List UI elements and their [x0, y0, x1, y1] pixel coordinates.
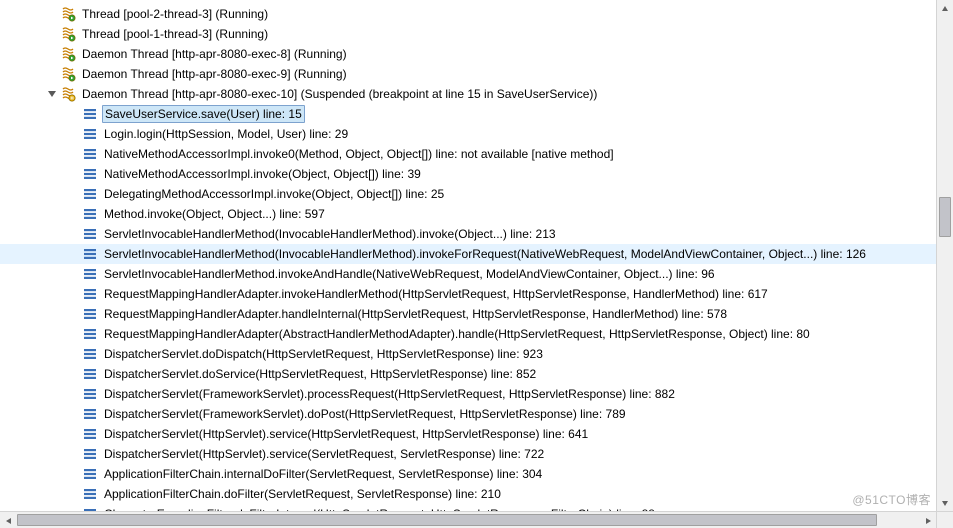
- stack-frame-row[interactable]: DispatcherServlet(HttpServlet).service(S…: [0, 444, 953, 464]
- row-label: DispatcherServlet(FrameworkServlet).proc…: [102, 384, 677, 404]
- stack-frame-row[interactable]: RequestMappingHandlerAdapter.handleInter…: [0, 304, 953, 324]
- debug-thread-tree[interactable]: Thread [pool-2-thread-3] (Running) Threa…: [0, 0, 953, 524]
- frame-icon: [82, 346, 98, 362]
- stack-frame-row[interactable]: ApplicationFilterChain.internalDoFilter(…: [0, 464, 953, 484]
- frame-icon: [82, 466, 98, 482]
- stack-frame-row[interactable]: Method.invoke(Object, Object...) line: 5…: [0, 204, 953, 224]
- row-label: Login.login(HttpSession, Model, User) li…: [102, 124, 350, 144]
- row-label: Daemon Thread [http-apr-8080-exec-9] (Ru…: [80, 64, 349, 84]
- row-label: DispatcherServlet(FrameworkServlet).doPo…: [102, 404, 628, 424]
- row-label: NativeMethodAccessorImpl.invoke0(Method,…: [102, 144, 616, 164]
- frame-icon: [82, 206, 98, 222]
- row-label: SaveUserService.save(User) line: 15: [102, 105, 305, 123]
- stack-frame-row[interactable]: DispatcherServlet(HttpServlet).service(H…: [0, 424, 953, 444]
- frame-icon: [82, 446, 98, 462]
- thread-row[interactable]: Thread [pool-2-thread-3] (Running): [0, 4, 953, 24]
- stack-frame-row[interactable]: ServletInvocableHandlerMethod.invokeAndH…: [0, 264, 953, 284]
- frame-icon: [82, 106, 98, 122]
- thread-row[interactable]: Daemon Thread [http-apr-8080-exec-8] (Ru…: [0, 44, 953, 64]
- stack-frame-row[interactable]: ApplicationFilterChain.doFilter(ServletR…: [0, 484, 953, 504]
- row-label: RequestMappingHandlerAdapter(AbstractHan…: [102, 324, 812, 344]
- frame-icon: [82, 326, 98, 342]
- row-label: ServletInvocableHandlerMethod(InvocableH…: [102, 224, 558, 244]
- thread-row[interactable]: Daemon Thread [http-apr-8080-exec-9] (Ru…: [0, 64, 953, 84]
- stack-frame-row[interactable]: NativeMethodAccessorImpl.invoke(Object, …: [0, 164, 953, 184]
- row-label: ServletInvocableHandlerMethod(InvocableH…: [102, 244, 868, 264]
- stack-frame-row[interactable]: ServletInvocableHandlerMethod(InvocableH…: [0, 224, 953, 244]
- frame-icon: [82, 166, 98, 182]
- scroll-left-arrow-icon[interactable]: [0, 512, 17, 528]
- frame-icon: [82, 366, 98, 382]
- scroll-up-arrow-icon[interactable]: [937, 0, 953, 17]
- thread-suspended-icon: [60, 86, 76, 102]
- row-label: NativeMethodAccessorImpl.invoke(Object, …: [102, 164, 423, 184]
- row-label: Thread [pool-1-thread-3] (Running): [80, 24, 270, 44]
- row-label: DispatcherServlet(HttpServlet).service(H…: [102, 424, 590, 444]
- row-label: DispatcherServlet.doDispatch(HttpServlet…: [102, 344, 545, 364]
- frame-icon: [82, 486, 98, 502]
- row-label: ApplicationFilterChain.doFilter(ServletR…: [102, 484, 503, 504]
- stack-frame-row[interactable]: DelegatingMethodAccessorImpl.invoke(Obje…: [0, 184, 953, 204]
- thread-icon: [60, 46, 76, 62]
- expand-twisty-icon[interactable]: [45, 87, 59, 101]
- frame-icon: [82, 286, 98, 302]
- thread-row[interactable]: Daemon Thread [http-apr-8080-exec-10] (S…: [0, 84, 953, 104]
- thread-icon: [60, 6, 76, 22]
- frame-icon: [82, 406, 98, 422]
- stack-frame-row[interactable]: RequestMappingHandlerAdapter.invokeHandl…: [0, 284, 953, 304]
- stack-frame-row[interactable]: Login.login(HttpSession, Model, User) li…: [0, 124, 953, 144]
- frame-icon: [82, 226, 98, 242]
- stack-frame-row[interactable]: DispatcherServlet.doDispatch(HttpServlet…: [0, 344, 953, 364]
- vertical-scrollbar[interactable]: [936, 0, 953, 511]
- row-label: RequestMappingHandlerAdapter.handleInter…: [102, 304, 729, 324]
- frame-icon: [82, 146, 98, 162]
- frame-icon: [82, 386, 98, 402]
- frame-icon: [82, 266, 98, 282]
- row-label: Daemon Thread [http-apr-8080-exec-10] (S…: [80, 84, 599, 104]
- thread-icon: [60, 66, 76, 82]
- frame-icon: [82, 186, 98, 202]
- scroll-right-arrow-icon[interactable]: [919, 512, 936, 528]
- row-label: Daemon Thread [http-apr-8080-exec-8] (Ru…: [80, 44, 349, 64]
- vertical-scroll-thumb[interactable]: [939, 197, 951, 237]
- horizontal-scrollbar[interactable]: [0, 511, 936, 528]
- row-label: RequestMappingHandlerAdapter.invokeHandl…: [102, 284, 770, 304]
- horizontal-scroll-thumb[interactable]: [17, 514, 877, 526]
- stack-frame-row[interactable]: RequestMappingHandlerAdapter(AbstractHan…: [0, 324, 953, 344]
- row-label: ApplicationFilterChain.internalDoFilter(…: [102, 464, 544, 484]
- stack-frame-row[interactable]: DispatcherServlet.doService(HttpServletR…: [0, 364, 953, 384]
- row-label: Method.invoke(Object, Object...) line: 5…: [102, 204, 327, 224]
- row-label: DispatcherServlet.doService(HttpServletR…: [102, 364, 538, 384]
- scroll-down-arrow-icon[interactable]: [937, 494, 953, 511]
- stack-frame-row[interactable]: DispatcherServlet(FrameworkServlet).proc…: [0, 384, 953, 404]
- stack-frame-row[interactable]: DispatcherServlet(FrameworkServlet).doPo…: [0, 404, 953, 424]
- thread-icon: [60, 26, 76, 42]
- row-label: ServletInvocableHandlerMethod.invokeAndH…: [102, 264, 717, 284]
- row-label: DelegatingMethodAccessorImpl.invoke(Obje…: [102, 184, 446, 204]
- stack-frame-row[interactable]: ServletInvocableHandlerMethod(InvocableH…: [0, 244, 953, 264]
- frame-icon: [82, 246, 98, 262]
- scrollbar-corner: [936, 511, 953, 528]
- stack-frame-row[interactable]: SaveUserService.save(User) line: 15: [0, 104, 953, 124]
- frame-icon: [82, 426, 98, 442]
- frame-icon: [82, 126, 98, 142]
- thread-row[interactable]: Thread [pool-1-thread-3] (Running): [0, 24, 953, 44]
- frame-icon: [82, 306, 98, 322]
- row-label: Thread [pool-2-thread-3] (Running): [80, 4, 270, 24]
- stack-frame-row[interactable]: NativeMethodAccessorImpl.invoke0(Method,…: [0, 144, 953, 164]
- row-label: DispatcherServlet(HttpServlet).service(S…: [102, 444, 546, 464]
